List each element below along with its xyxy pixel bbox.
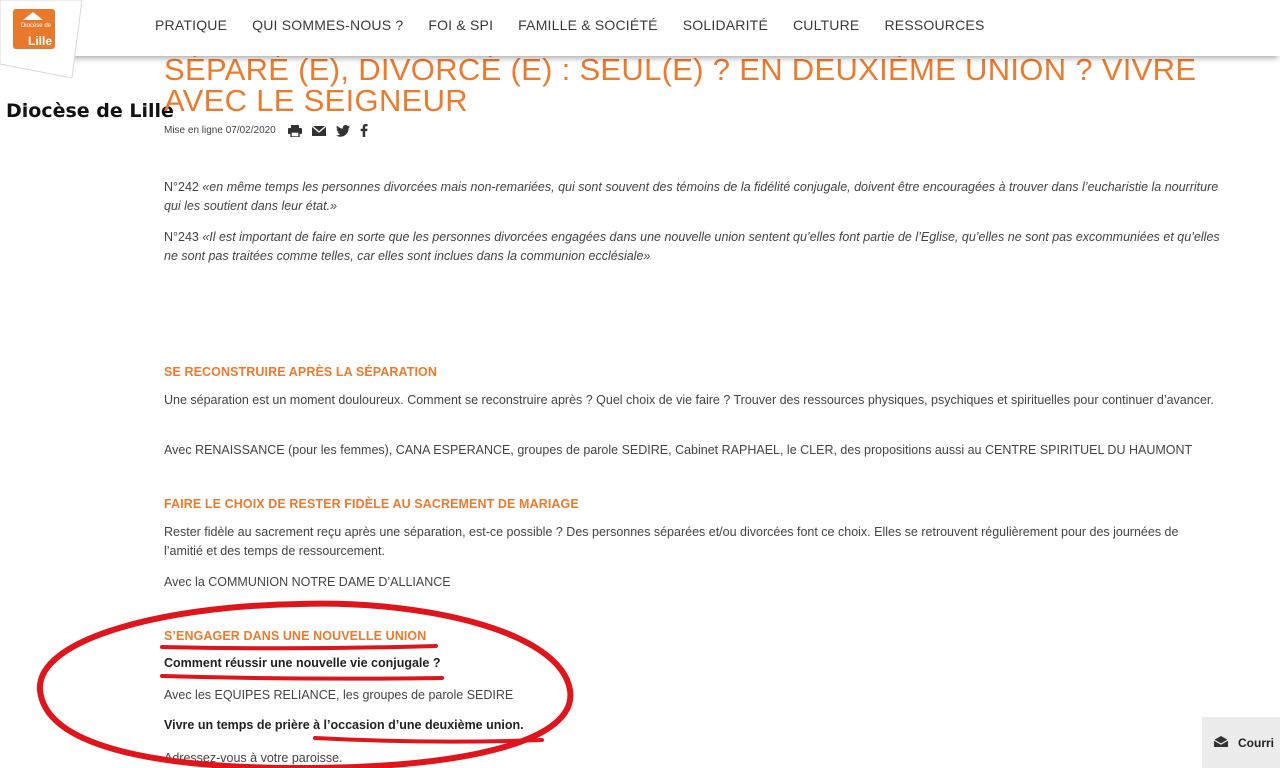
- nav-item-culture[interactable]: CULTURE: [793, 17, 859, 33]
- site-name: Diocèse de Lille: [6, 100, 174, 122]
- section-nouvelle-union-question-1: Comment réussir une nouvelle vie conjuga…: [164, 656, 441, 670]
- nav-item-pratique[interactable]: PRATIQUE: [155, 17, 227, 33]
- paragraph-243-number: N°243: [164, 230, 203, 244]
- section-nouvelle-union-contact: Adressez-vous à votre paroisse.: [164, 751, 343, 765]
- section-title-fidele: FAIRE LE CHOIX DE RESTER FIDÈLE AU SACRE…: [164, 497, 579, 511]
- twitter-icon[interactable]: [335, 124, 350, 137]
- annotation-underline-3: [313, 736, 544, 744]
- nav-item-foi-spi[interactable]: FOI & SPI: [428, 17, 493, 33]
- newsletter-tab-label: Courri: [1238, 735, 1274, 750]
- annotation-underline-1: [160, 644, 438, 651]
- paragraph-243-quote: «Il est important de faire en sorte que …: [164, 230, 1220, 263]
- section-fidele-intro: Rester fidèle au sacrement reçu après un…: [164, 525, 1179, 558]
- section-title-nouvelle-union: S’ENGAGER DANS UNE NOUVELLE UNION: [164, 629, 427, 643]
- nav-item-qui-sommes-nous[interactable]: QUI SOMMES-NOUS ?: [252, 17, 403, 33]
- nav-item-ressources[interactable]: RESSOURCES: [884, 17, 984, 33]
- top-header: PRATIQUE QUI SOMMES-NOUS ? FOI & SPI FAM…: [0, 0, 1280, 56]
- facebook-icon[interactable]: [360, 124, 368, 137]
- church-roof-icon: [23, 12, 43, 20]
- section-title-reconstruire: SE RECONSTRUIRE APRÈS LA SÉPARATION: [164, 365, 437, 379]
- paragraph-242: N°242 «en même temps les personnes divor…: [164, 178, 1220, 215]
- main-nav: PRATIQUE QUI SOMMES-NOUS ? FOI & SPI FAM…: [155, 17, 1010, 33]
- annotation-underline-2: [160, 674, 444, 681]
- section-nouvelle-union-resources: Avec les EQUIPES RELIANCE, les groupes d…: [164, 688, 514, 702]
- section-reconstruire-intro: Une séparation est un moment douloureux.…: [164, 393, 1214, 407]
- newsletter-tab[interactable]: Courri: [1202, 717, 1280, 768]
- publish-date: Mise en ligne 07/02/2020: [164, 125, 276, 136]
- page-title: SÉPARÉ (E), DIVORCÉ (E) : SEUL(E) ? EN D…: [164, 52, 1197, 118]
- print-icon[interactable]: [287, 124, 302, 137]
- logo-small-text: Diocèse de: [20, 23, 51, 29]
- article-meta: Mise en ligne 07/02/2020: [164, 124, 378, 137]
- logo-big-text: Lille: [27, 34, 52, 48]
- site-logo[interactable]: Diocèse de Lille: [13, 9, 55, 49]
- section-nouvelle-union-question-2: Vivre un temps de prière à l’occasion d’…: [164, 718, 524, 732]
- section-reconstruire-resources: Avec RENAISSANCE (pour les femmes), CANA…: [164, 443, 1193, 457]
- nav-item-solidarite[interactable]: SOLIDARITÉ: [683, 17, 768, 33]
- paragraph-242-quote: «en même temps les personnes divorcées m…: [164, 180, 1219, 213]
- nav-item-famille-societe[interactable]: FAMILLE & SOCIÉTÉ: [518, 17, 658, 33]
- paragraph-243: N°243 «Il est important de faire en sort…: [164, 228, 1220, 265]
- paragraph-242-number: N°242: [164, 180, 203, 194]
- mail-icon[interactable]: [311, 125, 326, 136]
- envelope-open-icon: [1213, 734, 1229, 752]
- section-fidele-resources: Avec la COMMUNION NOTRE DAME D’ALLIANCE: [164, 575, 451, 589]
